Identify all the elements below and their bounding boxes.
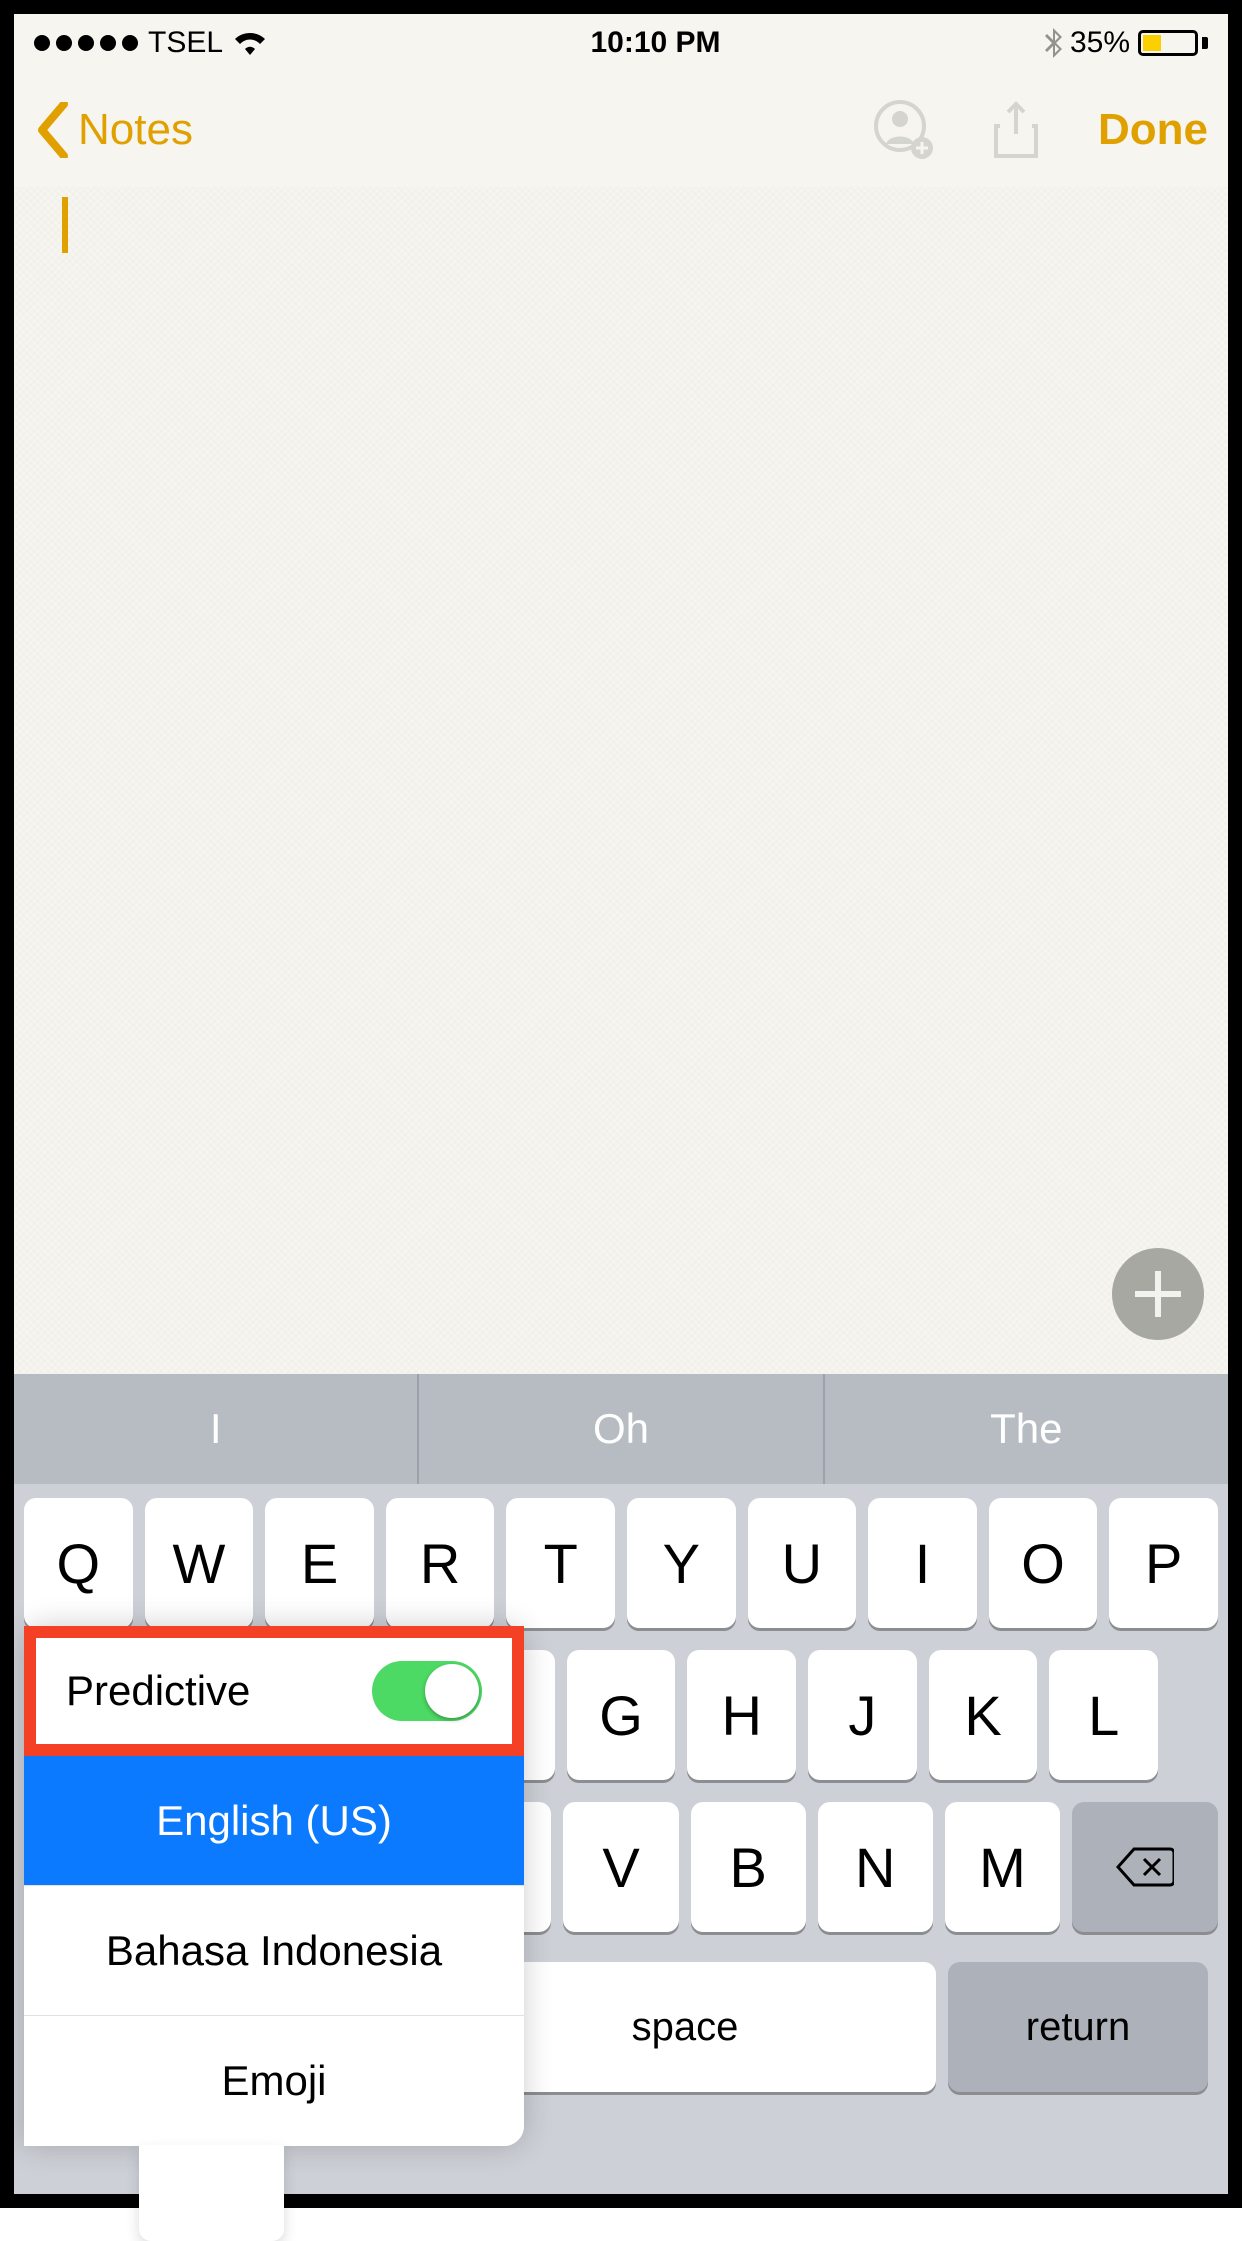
key-l[interactable]: L	[1049, 1650, 1158, 1780]
status-right: 35%	[1044, 26, 1208, 60]
key-r[interactable]: R	[386, 1498, 495, 1628]
status-time: 10:10 PM	[590, 26, 720, 60]
chevron-left-icon	[34, 102, 74, 158]
carrier-label: TSEL	[148, 26, 223, 60]
status-left: TSEL	[34, 26, 267, 60]
battery-percent: 35%	[1070, 26, 1130, 60]
add-people-icon[interactable]	[874, 100, 934, 160]
key-k[interactable]: K	[929, 1650, 1038, 1780]
toggle-knob	[425, 1664, 479, 1718]
text-cursor	[62, 197, 68, 253]
popover-tail	[139, 2145, 284, 2241]
key-n[interactable]: N	[818, 1802, 933, 1932]
key-v[interactable]: V	[563, 1802, 678, 1932]
key-p[interactable]: P	[1109, 1498, 1218, 1628]
status-bar: TSEL 10:10 PM 35%	[14, 14, 1228, 72]
key-y[interactable]: Y	[627, 1498, 736, 1628]
keyboard-language-popover: Predictive English (US) Bahasa Indonesia…	[24, 1626, 524, 2146]
key-g[interactable]: G	[567, 1650, 676, 1780]
key-i[interactable]: I	[868, 1498, 977, 1628]
backspace-key[interactable]	[1072, 1802, 1218, 1932]
keyboard: I Oh The Q W E R T Y U I O P A S D F G H…	[14, 1374, 1228, 2194]
new-note-button[interactable]	[1112, 1248, 1204, 1340]
wifi-icon	[233, 31, 267, 55]
note-content-area[interactable]	[14, 187, 1228, 1374]
suggestion-3[interactable]: The	[825, 1374, 1228, 1484]
key-row-1: Q W E R T Y U I O P	[24, 1498, 1218, 1628]
return-key[interactable]: return	[948, 1962, 1208, 2092]
predictive-toggle[interactable]	[372, 1661, 482, 1721]
suggestion-1[interactable]: I	[14, 1374, 419, 1484]
suggestion-bar: I Oh The	[14, 1374, 1228, 1484]
share-icon[interactable]	[986, 100, 1046, 160]
key-h[interactable]: H	[687, 1650, 796, 1780]
back-button[interactable]: Notes	[34, 102, 193, 158]
key-o[interactable]: O	[989, 1498, 1098, 1628]
nav-actions: Done	[874, 100, 1208, 160]
nav-bar: Notes Done	[14, 72, 1228, 187]
lang-option-emoji[interactable]: Emoji	[24, 2016, 524, 2146]
battery-icon	[1138, 30, 1208, 56]
predictive-toggle-row[interactable]: Predictive	[24, 1626, 524, 1756]
key-j[interactable]: J	[808, 1650, 917, 1780]
suggestion-2[interactable]: Oh	[419, 1374, 824, 1484]
lang-option-indonesian[interactable]: Bahasa Indonesia	[24, 1886, 524, 2016]
key-b[interactable]: B	[691, 1802, 806, 1932]
lang-option-english[interactable]: English (US)	[24, 1756, 524, 1886]
key-u[interactable]: U	[748, 1498, 857, 1628]
signal-strength-icon	[34, 35, 138, 51]
done-button[interactable]: Done	[1098, 105, 1208, 155]
key-t[interactable]: T	[506, 1498, 615, 1628]
key-m[interactable]: M	[945, 1802, 1060, 1932]
key-w[interactable]: W	[145, 1498, 254, 1628]
key-q[interactable]: Q	[24, 1498, 133, 1628]
back-label: Notes	[78, 105, 193, 155]
bluetooth-icon	[1044, 28, 1062, 58]
backspace-icon	[1116, 1847, 1174, 1887]
predictive-label: Predictive	[66, 1667, 250, 1715]
key-e[interactable]: E	[265, 1498, 374, 1628]
